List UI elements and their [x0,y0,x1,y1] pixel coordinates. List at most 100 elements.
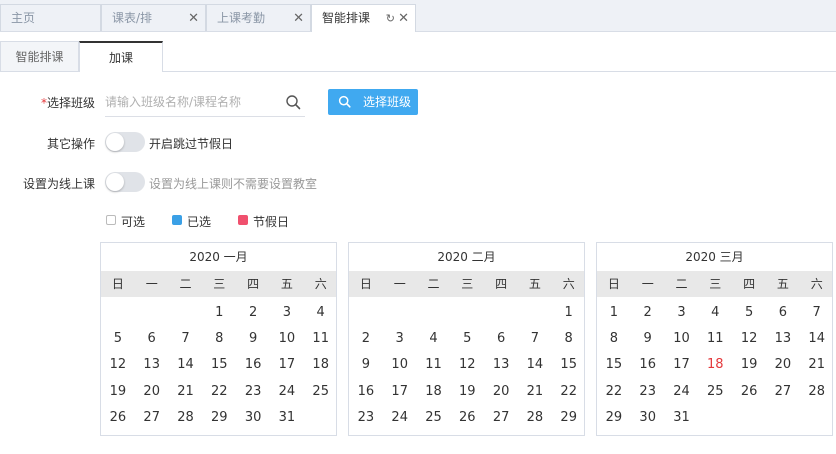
calendar-day[interactable]: 10 [270,326,304,352]
search-icon[interactable] [285,94,301,110]
calendar-day[interactable]: 8 [202,326,236,352]
calendar-day[interactable]: 28 [518,405,552,431]
calendar-day[interactable]: 11 [304,326,338,352]
calendar-day[interactable]: 14 [518,352,552,378]
calendar-day[interactable]: 17 [383,379,417,405]
tab-home[interactable]: 主页 [0,4,101,31]
calendar-day[interactable]: 1 [597,300,631,326]
calendar-day[interactable]: 18 [698,352,732,378]
calendar-day[interactable]: 5 [450,326,484,352]
subtab-smart-schedule[interactable]: 智能排课 [0,41,79,71]
calendar-day[interactable]: 25 [304,379,338,405]
calendar-day[interactable]: 14 [169,352,203,378]
calendar-day[interactable]: 1 [202,300,236,326]
calendar-day[interactable]: 10 [665,326,699,352]
calendar-day[interactable]: 11 [698,326,732,352]
calendar-day[interactable]: 6 [766,300,800,326]
calendar-day[interactable]: 12 [450,352,484,378]
calendar-day[interactable]: 15 [202,352,236,378]
calendar-day[interactable]: 4 [698,300,732,326]
calendar-day[interactable]: 12 [732,326,766,352]
subtab-add-class[interactable]: 加课 [79,41,163,72]
calendar-day[interactable]: 23 [236,379,270,405]
calendar-day[interactable]: 5 [101,326,135,352]
calendar-day[interactable]: 28 [800,379,834,405]
close-icon[interactable]: ✕ [293,5,304,32]
calendar-day[interactable]: 7 [800,300,834,326]
calendar-day[interactable]: 22 [552,379,586,405]
calendar-day[interactable]: 3 [665,300,699,326]
calendar-day[interactable]: 2 [349,326,383,352]
calendar-day[interactable]: 5 [732,300,766,326]
calendar-day[interactable]: 21 [169,379,203,405]
refresh-icon[interactable]: ↻ [386,5,395,32]
calendar-day[interactable]: 13 [484,352,518,378]
calendar-day[interactable]: 13 [766,326,800,352]
online-class-toggle[interactable] [105,172,145,192]
calendar-day[interactable]: 24 [665,379,699,405]
close-icon[interactable]: ✕ [188,5,199,32]
calendar-day[interactable]: 29 [202,405,236,431]
calendar-day[interactable]: 16 [349,379,383,405]
calendar-day[interactable]: 30 [631,405,665,431]
calendar-day[interactable]: 21 [518,379,552,405]
calendar-day[interactable]: 31 [270,405,304,431]
calendar-day[interactable]: 11 [417,352,451,378]
calendar-day[interactable]: 15 [597,352,631,378]
calendar-day[interactable]: 15 [552,352,586,378]
calendar-day[interactable]: 16 [631,352,665,378]
calendar-day[interactable]: 26 [732,379,766,405]
calendar-day[interactable]: 27 [484,405,518,431]
calendar-day[interactable]: 17 [665,352,699,378]
calendar-day[interactable]: 26 [450,405,484,431]
tab-attendance[interactable]: 上课考勤 ✕ [206,4,311,31]
calendar-day[interactable]: 30 [236,405,270,431]
calendar-day[interactable]: 9 [631,326,665,352]
calendar-day[interactable]: 25 [417,405,451,431]
calendar-day[interactable]: 9 [349,352,383,378]
tab-smart-schedule[interactable]: 智能排课 ↻ ✕ [311,4,416,32]
calendar-day[interactable]: 1 [552,300,586,326]
calendar-day[interactable]: 3 [270,300,304,326]
calendar-day[interactable]: 9 [236,326,270,352]
calendar-day[interactable]: 20 [484,379,518,405]
calendar-day[interactable]: 29 [552,405,586,431]
select-class-button[interactable]: 选择班级 [328,89,418,115]
calendar-day[interactable]: 31 [665,405,699,431]
calendar-day[interactable]: 18 [417,379,451,405]
calendar-day[interactable]: 7 [169,326,203,352]
calendar-day[interactable]: 3 [383,326,417,352]
calendar-day[interactable]: 26 [101,405,135,431]
calendar-day[interactable]: 20 [766,352,800,378]
calendar-day[interactable]: 14 [800,326,834,352]
calendar-day[interactable]: 19 [450,379,484,405]
calendar-day[interactable]: 24 [383,405,417,431]
calendar-day[interactable]: 6 [484,326,518,352]
skip-holiday-toggle[interactable] [105,132,145,152]
calendar-day[interactable]: 23 [349,405,383,431]
calendar-day[interactable]: 19 [101,379,135,405]
calendar-day[interactable]: 2 [236,300,270,326]
calendar-day[interactable]: 21 [800,352,834,378]
calendar-day[interactable]: 22 [597,379,631,405]
calendar-day[interactable]: 25 [698,379,732,405]
calendar-day[interactable]: 17 [270,352,304,378]
tab-schedule[interactable]: 课表/排 ✕ [101,4,206,31]
calendar-day[interactable]: 6 [135,326,169,352]
calendar-day[interactable]: 23 [631,379,665,405]
calendar-day[interactable]: 12 [101,352,135,378]
calendar-day[interactable]: 13 [135,352,169,378]
calendar-day[interactable]: 4 [417,326,451,352]
calendar-day[interactable]: 20 [135,379,169,405]
calendar-day[interactable]: 28 [169,405,203,431]
calendar-day[interactable]: 2 [631,300,665,326]
calendar-day[interactable]: 8 [552,326,586,352]
calendar-day[interactable]: 4 [304,300,338,326]
calendar-day[interactable]: 10 [383,352,417,378]
calendar-day[interactable]: 7 [518,326,552,352]
calendar-day[interactable]: 22 [202,379,236,405]
calendar-day[interactable]: 16 [236,352,270,378]
calendar-day[interactable]: 27 [766,379,800,405]
calendar-day[interactable]: 18 [304,352,338,378]
calendar-day[interactable]: 24 [270,379,304,405]
